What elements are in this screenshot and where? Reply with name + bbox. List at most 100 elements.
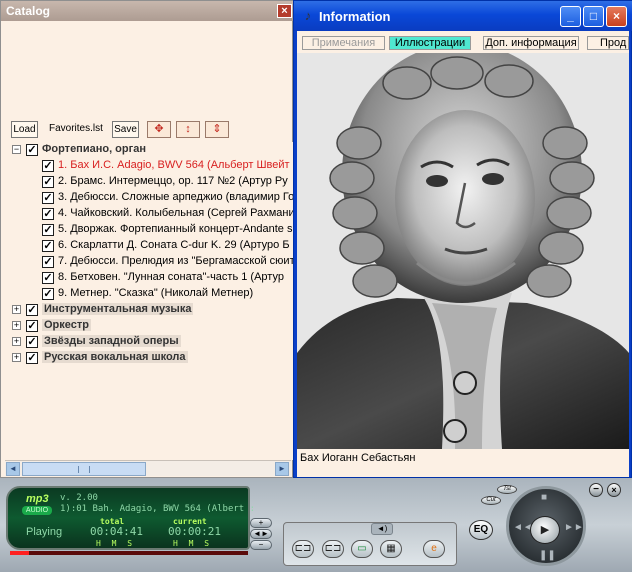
current-hms-units: H M S [173,539,213,548]
checkbox[interactable]: ✓ [26,144,38,156]
track-label: 2. Брамс. Интермеццо, ор. 117 №2 (Артур … [58,175,288,187]
scroll-left-icon[interactable]: ◄ [6,462,20,476]
open-file-icon[interactable]: ⊏⊐ [292,540,314,558]
track-label: 8. Бетховен. "Лунная соната"-часть 1 (Ар… [58,271,284,283]
checkbox[interactable]: ✓ [26,320,38,332]
close-icon[interactable]: × [277,4,292,18]
illustration-caption: Бах Иоганн Себастьян [300,452,416,464]
move-icon[interactable]: ✥ [147,121,171,138]
minimize-player-icon[interactable]: − [589,483,603,497]
tree-item[interactable]: ✓ 9. Метнер. "Сказка" (Николай Метнер) [5,286,293,302]
horizontal-scrollbar[interactable]: ◄ ► [5,460,291,476]
catalog-title-bar[interactable]: Catalog [1,1,294,21]
tree-item[interactable]: ✓ 6. Скарлатти Д. Соната C-dur K. 29 (Арт… [5,238,293,254]
tab-notes[interactable]: Примечания [302,36,385,50]
tree-group[interactable]: + ✓ Русская вокальная школа [5,350,293,366]
checkbox[interactable]: ✓ [42,288,54,300]
balance-icon[interactable]: ◄► [250,529,272,539]
move-vertical-icon[interactable]: ↕ [176,121,200,138]
catalog-title: Catalog [6,4,51,18]
speaker-icon[interactable]: ◄) [371,523,393,535]
catalog-toolbar: Load Favorites.lst Save ✥ ↕ ⇕ [5,120,291,140]
tree-item[interactable]: ✓ 3. Дебюсси. Сложные арпеджио (владимир … [5,190,293,206]
tst-button[interactable]: Tst [497,485,517,494]
tree-group[interactable]: + ✓ Оркестр [5,318,293,334]
stop-icon[interactable]: ■ [541,492,547,503]
close-icon[interactable]: × [606,6,627,27]
track-label: 5. Дворжак. Фортепианный концерт-Andante… [58,223,293,235]
track-label: 3. Дебюсси. Сложные арпеджио (владимир Г… [58,191,293,203]
tree-item[interactable]: ✓ 1. Бах И.С. Adagio, BWV 564 (Альберт Шв… [5,158,293,174]
playlist-file-name: Favorites.lst [49,123,103,134]
checkbox[interactable]: ✓ [42,176,54,188]
maximize-icon[interactable]: □ [583,6,604,27]
close-player-icon[interactable]: × [607,483,621,497]
scroll-thumb[interactable] [22,462,146,476]
save-button[interactable]: Save [112,121,139,138]
monitor-icon[interactable]: ▭ [351,540,373,558]
information-title-bar[interactable]: ♪ Information _ □ × [294,1,632,31]
app-icon: ♪ [304,8,312,23]
tree-item[interactable]: ✓ 5. Дворжак. Фортепианный концерт-Andant… [5,222,293,238]
checkbox[interactable]: ✓ [26,352,38,364]
volume-up-icon[interactable]: + [250,518,272,528]
expand-icon[interactable]: + [12,305,21,314]
checkbox[interactable]: ✓ [42,160,54,172]
information-title: Information [319,9,391,24]
next-icon[interactable]: ►► [564,522,584,533]
collapse-icon[interactable]: ⇕ [205,121,229,138]
pause-icon[interactable]: ❚❚ [539,550,556,561]
checkbox[interactable]: ✓ [26,304,38,316]
checkbox[interactable]: ✓ [42,192,54,204]
audio-badge: AUDIO [22,506,52,515]
volume-down-icon[interactable]: − [250,540,272,550]
eq-button[interactable]: EQ [469,520,493,540]
track-label: 4. Чайковский. Колыбельная (Сергей Рахма… [58,207,293,219]
information-window: ♪ Information _ □ × Примечания Иллюстрац… [293,0,632,478]
minimize-icon[interactable]: _ [560,6,581,27]
seek-bar[interactable] [10,551,248,555]
tree-group[interactable]: + ✓ Звёзды западной оперы [5,334,293,350]
scroll-grip-icon [78,466,90,473]
playlist-icon[interactable]: ⊏⊐ [322,540,344,558]
tab-extra-info[interactable]: Доп. информация [483,36,579,50]
total-hms-units: H M S [96,539,136,548]
track-label: 6. Скарлатти Д. Соната C-dur K. 29 (Арту… [58,239,290,251]
group-label: Оркестр [42,319,91,331]
browser-icon[interactable]: e [423,540,445,558]
checkbox[interactable]: ✓ [42,208,54,220]
expand-icon[interactable]: + [12,353,21,362]
total-time: 00:04:41 [90,525,143,538]
tab-more[interactable]: Прод [587,36,629,50]
information-body: Примечания Иллюстрации Доп. информация П… [297,31,629,477]
mp3-logo: mp3 [26,493,49,505]
checkbox[interactable]: ✓ [42,224,54,236]
tree-group[interactable]: − ✓ Фортепиано, орган [5,142,293,158]
load-button[interactable]: Load [11,121,38,138]
expand-icon[interactable]: + [12,321,21,330]
tree-item[interactable]: ✓ 2. Брамс. Интермеццо, ор. 117 №2 (Артур… [5,174,293,190]
current-time: 00:00:21 [168,525,221,538]
collapse-icon[interactable]: − [12,145,21,154]
cut-button[interactable]: Cut [481,496,501,505]
play-icon[interactable]: ▶ [530,516,560,544]
tree-item[interactable]: ✓ 7. Дебюсси. Прелюдия из "Бергамасской с… [5,254,293,270]
desktop: Catalog × Load Favorites.lst Save ✥ ↕ ⇕ … [0,0,632,572]
tree-group[interactable]: + ✓ Инструментальная музыка [5,302,293,318]
group-label: Инструментальная музыка [42,303,194,315]
grid-icon[interactable]: ▦ [380,540,402,558]
checkbox[interactable]: ✓ [26,336,38,348]
tree-item[interactable]: ✓ 4. Чайковский. Колыбельная (Сергей Рахм… [5,206,293,222]
portrait-illustration [297,53,629,449]
group-label: Русская вокальная школа [42,351,188,363]
scroll-right-icon[interactable]: ► [275,462,289,476]
checkbox[interactable]: ✓ [42,272,54,284]
info-tabs: Примечания Иллюстрации Доп. информация П… [297,31,629,53]
seek-bar-fill [10,551,30,555]
checkbox[interactable]: ✓ [42,240,54,252]
tree-item[interactable]: ✓ 8. Бетховен. "Лунная соната"-часть 1 (А… [5,270,293,286]
expand-icon[interactable]: + [12,337,21,346]
checkbox[interactable]: ✓ [42,256,54,268]
track-label: 9. Метнер. "Сказка" (Николай Метнер) [58,287,254,299]
tab-illustrations[interactable]: Иллюстрации [389,36,471,50]
